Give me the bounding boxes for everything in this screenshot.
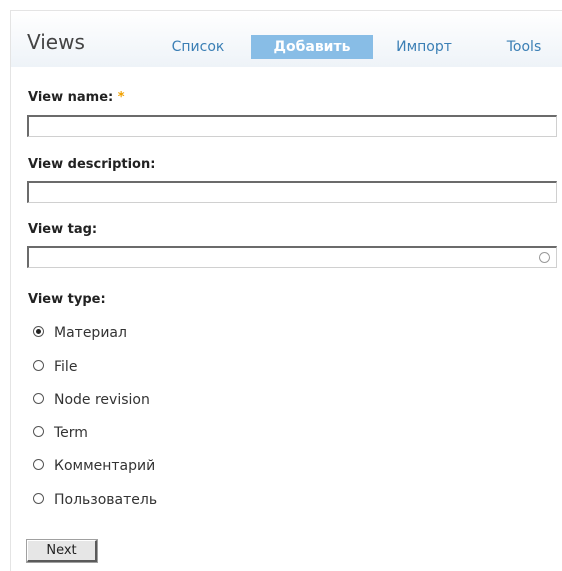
- tab-tools[interactable]: Tools: [493, 35, 555, 59]
- radio-unchecked-icon[interactable]: [33, 393, 44, 404]
- radio-checked-icon[interactable]: [33, 326, 44, 337]
- views-panel: Views Список Добавить Импорт Tools View …: [10, 10, 562, 571]
- view-description-label: View description:: [28, 157, 156, 172]
- radio-label: Комментарий: [54, 458, 156, 474]
- tab-import[interactable]: Импорт: [387, 35, 461, 59]
- autocomplete-throbber-icon: [539, 252, 550, 263]
- radio-label: Пользователь: [54, 492, 158, 508]
- tab-list[interactable]: Список: [163, 35, 233, 59]
- radio-unchecked-icon[interactable]: [33, 493, 44, 504]
- tab-add[interactable]: Добавить: [251, 35, 373, 59]
- view-description-field-box: [27, 181, 557, 204]
- view-type-label: View type:: [28, 292, 106, 307]
- view-tag-field-box: [27, 246, 557, 269]
- view-name-label: View name: *: [28, 90, 125, 105]
- view-tag-label: View tag:: [28, 222, 98, 237]
- radio-label: Материал: [54, 325, 127, 341]
- radio-unchecked-icon[interactable]: [33, 426, 44, 437]
- view-description-input[interactable]: [29, 185, 556, 204]
- view-tag-input[interactable]: [29, 250, 556, 269]
- page-header: Views Список Добавить Импорт Tools: [11, 11, 562, 67]
- radio-unchecked-icon[interactable]: [33, 360, 44, 371]
- radio-label: Term: [54, 425, 88, 441]
- view-name-field-box: [27, 115, 557, 138]
- required-mark: *: [117, 90, 125, 105]
- radio-label: File: [54, 359, 78, 375]
- radio-label: Node revision: [54, 392, 150, 408]
- view-name-input[interactable]: [29, 119, 556, 138]
- page-title: Views: [27, 30, 85, 54]
- radio-unchecked-icon[interactable]: [33, 459, 44, 470]
- view-name-label-text: View name:: [28, 90, 114, 105]
- next-button[interactable]: Next: [26, 539, 98, 563]
